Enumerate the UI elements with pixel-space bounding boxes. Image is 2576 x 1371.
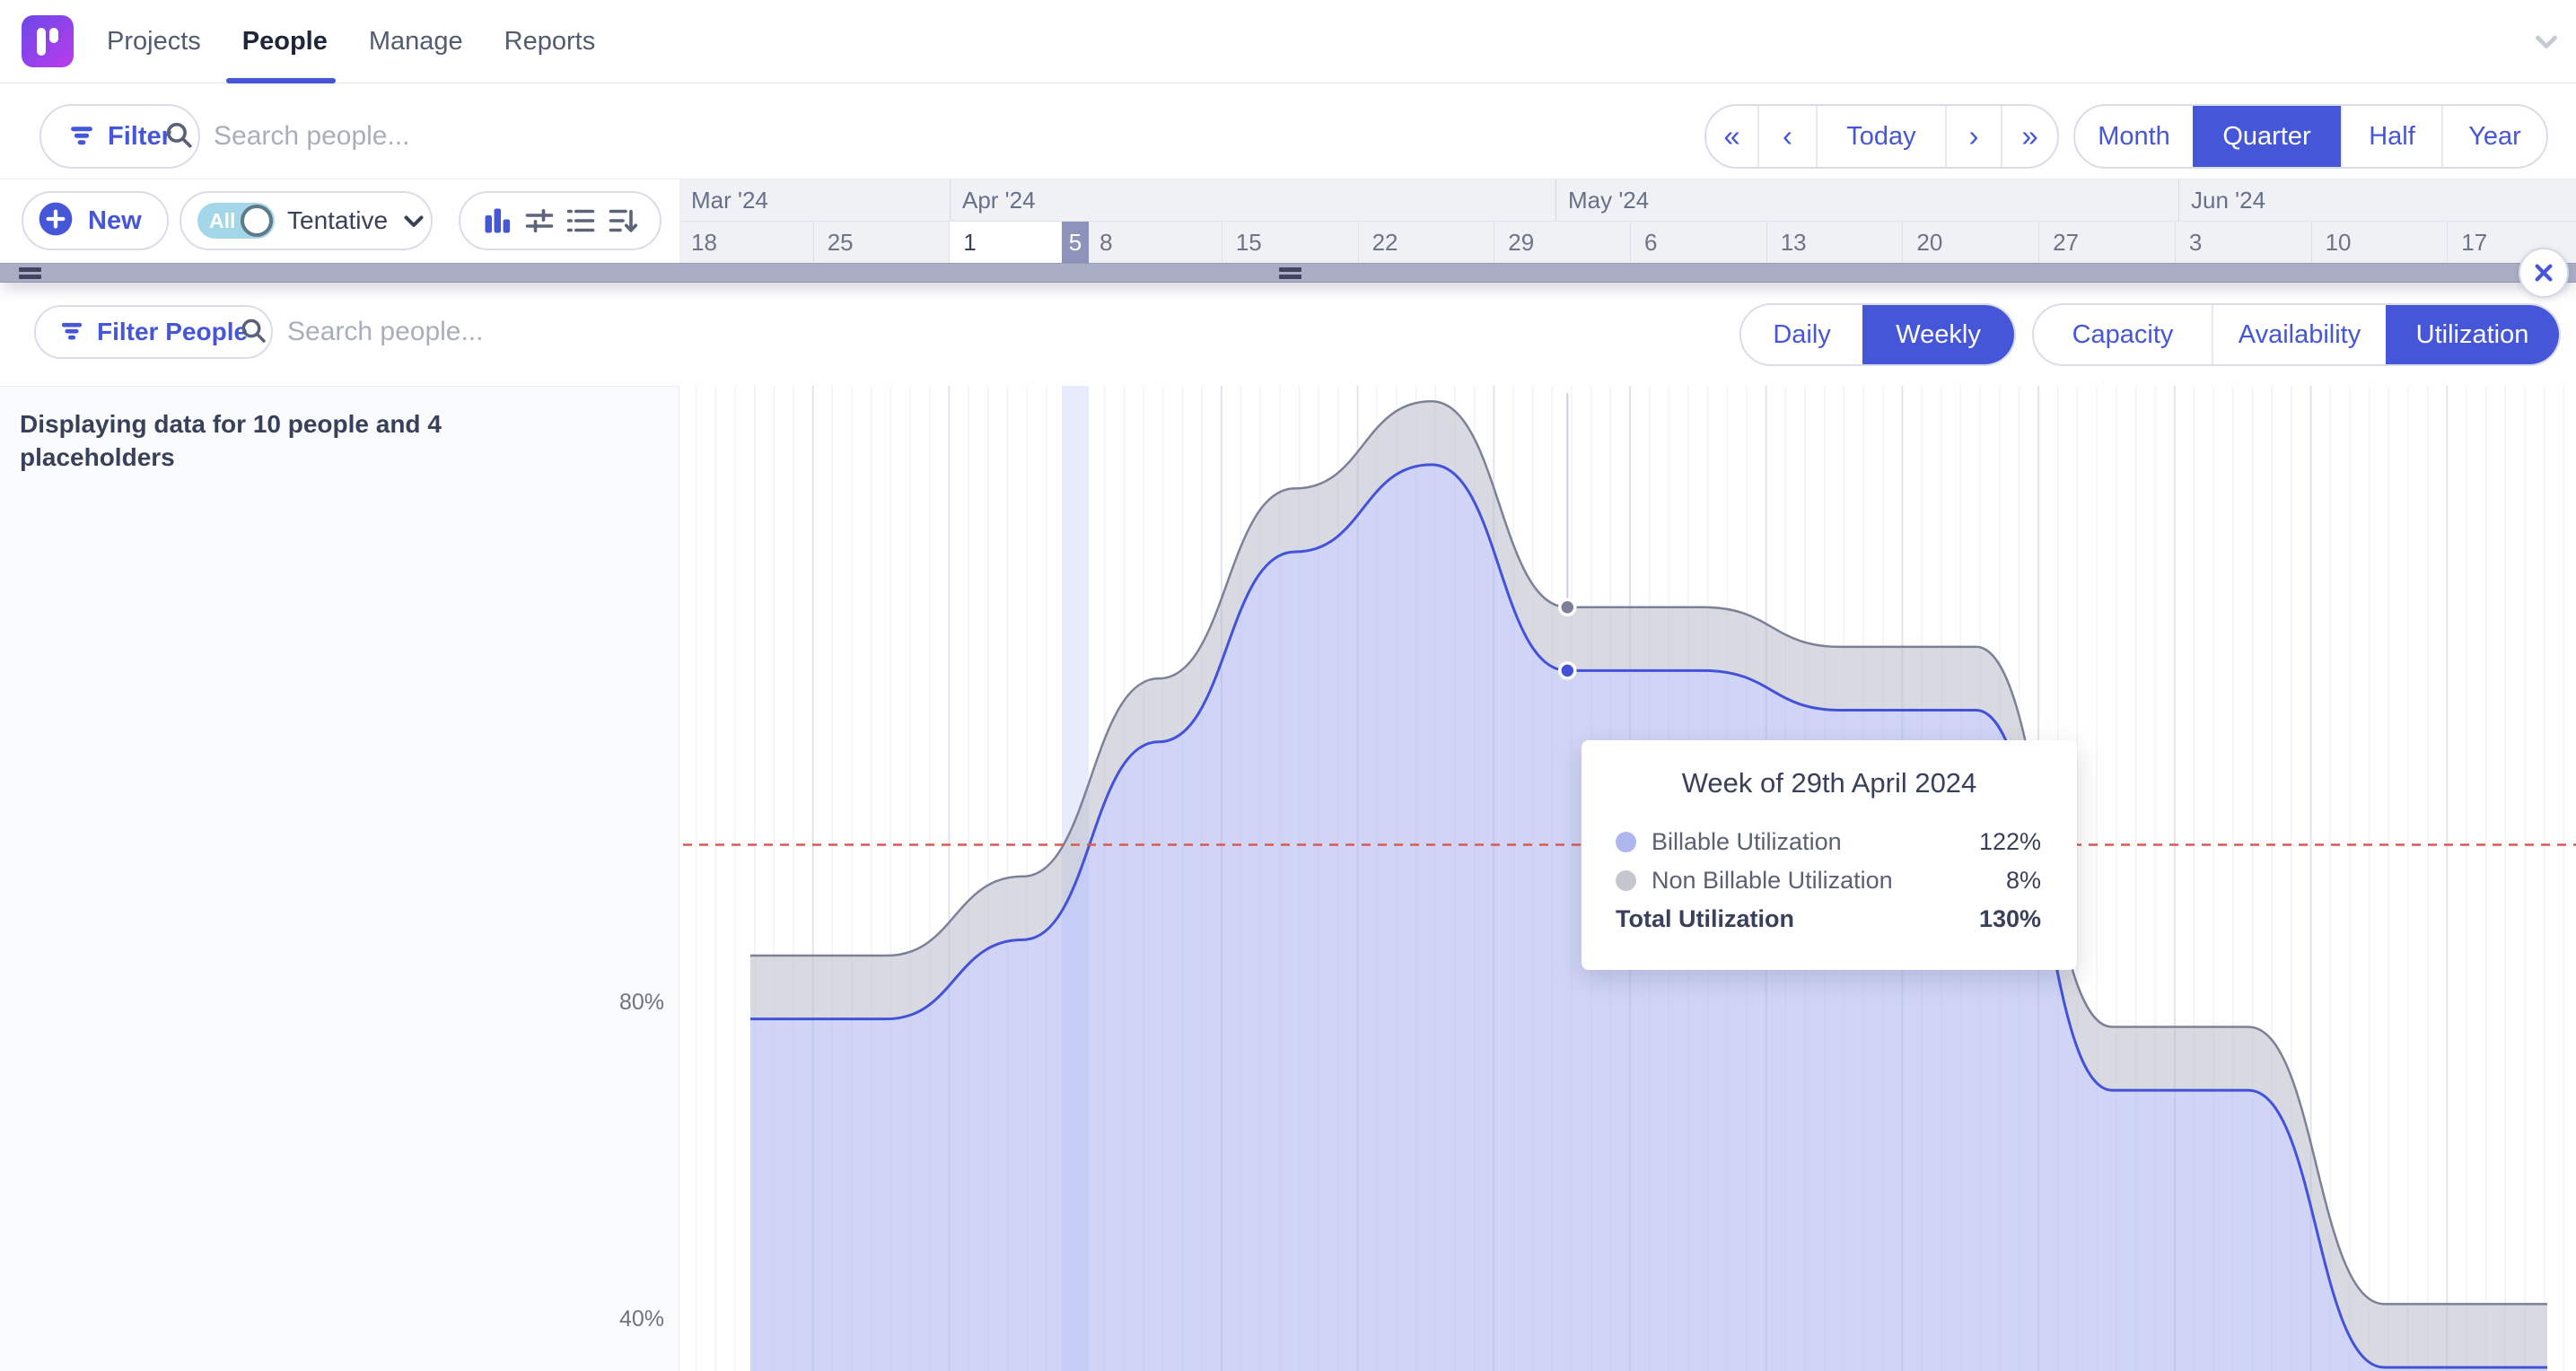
view-options-group	[459, 191, 662, 250]
tune-icon[interactable]	[523, 205, 556, 237]
app-root: Projects People Manage Reports Filter «‹Tod…	[0, 0, 2576, 1371]
search-people-panel-input[interactable]	[285, 316, 675, 348]
timeline-week-label: 13	[1766, 222, 1903, 263]
tentative-toggle-group: All Tentative	[180, 191, 433, 250]
y-axis-tick-label: 40%	[539, 1306, 664, 1332]
search-people-panel	[239, 307, 675, 357]
drag-grip-icon[interactable]	[19, 267, 41, 279]
filter-button-label: Filter	[108, 122, 171, 152]
range-month-button[interactable]: Month	[2075, 106, 2193, 167]
date-pager: «‹Today›»	[1704, 104, 2059, 169]
chevron-down-icon[interactable]	[399, 205, 429, 236]
timeline-week-label: 27	[2038, 222, 2175, 263]
range-half-button[interactable]: Half	[2341, 106, 2441, 167]
timeline-week-label: 18	[679, 222, 813, 263]
timeline-week-label: 15	[1222, 222, 1358, 263]
pager-next-button[interactable]: ›	[1945, 106, 2001, 167]
tooltip-row-value: 8%	[2006, 867, 2041, 895]
chart-tooltip: Week of 29th April 2024 Billable Utiliza…	[1582, 740, 2077, 970]
nav-item-manage[interactable]: Manage	[369, 27, 463, 57]
filter-icon	[59, 318, 84, 347]
range-switcher: MonthQuarterHalfYear	[2073, 104, 2548, 169]
new-button-label: New	[88, 206, 142, 236]
chevron-down-icon[interactable]	[2529, 24, 2563, 63]
pager-today-button[interactable]: Today	[1816, 106, 1945, 167]
legend-dot-icon	[1616, 832, 1636, 852]
mode-availability-button[interactable]: Availability	[2212, 305, 2386, 364]
range-quarter-button[interactable]: Quarter	[2193, 106, 2341, 167]
app-logo[interactable]	[22, 15, 74, 67]
search-icon	[239, 316, 267, 349]
timeline-month-label: Apr '24	[950, 179, 1555, 221]
close-panel-button[interactable]	[2519, 248, 2569, 298]
filter-people-button[interactable]: Filter People	[34, 305, 273, 359]
primary-nav: Projects People Manage Reports	[107, 0, 595, 83]
search-people-input[interactable]	[212, 120, 601, 153]
all-tentative-toggle[interactable]: All	[197, 203, 275, 239]
timeline-week-label: 3	[2175, 222, 2311, 263]
bar-chart-icon[interactable]	[481, 205, 513, 237]
search-people-top	[163, 109, 601, 163]
list-icon[interactable]	[565, 205, 597, 237]
plus-circle-icon	[38, 201, 74, 241]
timeline-week-label: 29	[1494, 222, 1630, 263]
top-nav: Projects People Manage Reports	[0, 0, 2576, 83]
tooltip-title: Week of 29th April 2024	[1582, 767, 2077, 799]
timeline-week-label: 22	[1358, 222, 1494, 263]
timeline-month-label: Mar '24	[679, 179, 950, 221]
toggle-knob	[241, 205, 273, 237]
timeline-week-label: 10	[2311, 222, 2448, 263]
pager-jump-back-button[interactable]: «	[1706, 106, 1757, 167]
timeline-dates-row: 1825181522296132027310175	[679, 222, 2576, 263]
y-axis-tick-label: 80%	[539, 990, 664, 1016]
mode-capacity-button[interactable]: Capacity	[2034, 305, 2212, 364]
mode-utilization-button[interactable]: Utilization	[2386, 305, 2559, 364]
tooltip-row-label: Billable Utilization	[1652, 828, 1979, 856]
timeline-week-label: 25	[813, 222, 950, 263]
tooltip-total-label: Total Utilization	[1616, 905, 1979, 933]
summary-text: Displaying data for 10 people and 4 plac…	[20, 407, 486, 474]
drag-grip-icon[interactable]	[1279, 267, 1301, 279]
range-year-button[interactable]: Year	[2441, 106, 2546, 167]
pager-prev-button[interactable]: ‹	[1757, 106, 1816, 167]
pager-jump-forward-button[interactable]: »	[2001, 106, 2057, 167]
toggle-on-label: All	[209, 209, 235, 233]
runn-logo-icon	[22, 15, 74, 67]
granularity-weekly-button[interactable]: Weekly	[1862, 305, 2014, 364]
search-icon	[163, 119, 194, 154]
timeline-week-label: 20	[1902, 222, 2038, 263]
legend-dot-icon	[1616, 870, 1636, 891]
tooltip-total-row: Total Utilization130%	[1616, 900, 2041, 939]
granularity-switcher: DailyWeekly	[1739, 303, 2016, 366]
tooltip-row: Billable Utilization122%	[1616, 823, 2041, 861]
tooltip-row: Non Billable Utilization8%	[1616, 861, 2041, 900]
toggle-off-label: Tentative	[287, 206, 388, 235]
tooltip-row-value: 122%	[1979, 828, 2041, 856]
timeline-week-label: 6	[1630, 222, 1766, 263]
filter-icon	[68, 121, 95, 153]
new-button[interactable]: New	[22, 191, 169, 250]
timeline-months-row: Mar '24Apr '24May '24Jun '24	[679, 179, 2576, 222]
timeline-week-label: 8	[1085, 222, 1222, 263]
mode-switcher: CapacityAvailabilityUtilization	[2032, 303, 2561, 366]
tooltip-total-value: 130%	[1979, 905, 2041, 933]
nav-item-projects[interactable]: Projects	[107, 27, 201, 57]
timeline-month-label: Jun '24	[2178, 179, 2576, 221]
timeline-month-label: May '24	[1555, 179, 2178, 221]
nav-item-reports[interactable]: Reports	[504, 27, 596, 57]
granularity-daily-button[interactable]: Daily	[1741, 305, 1862, 364]
nav-item-people[interactable]: People	[242, 27, 328, 57]
sort-descending-icon[interactable]	[607, 205, 639, 237]
tooltip-row-label: Non Billable Utilization	[1652, 867, 2006, 895]
filter-people-label: Filter People	[97, 318, 248, 346]
people-summary-panel	[0, 387, 679, 1371]
close-icon	[2529, 258, 2558, 287]
today-badge: 5	[1062, 222, 1089, 263]
panel-resize-bar[interactable]	[0, 263, 2576, 283]
